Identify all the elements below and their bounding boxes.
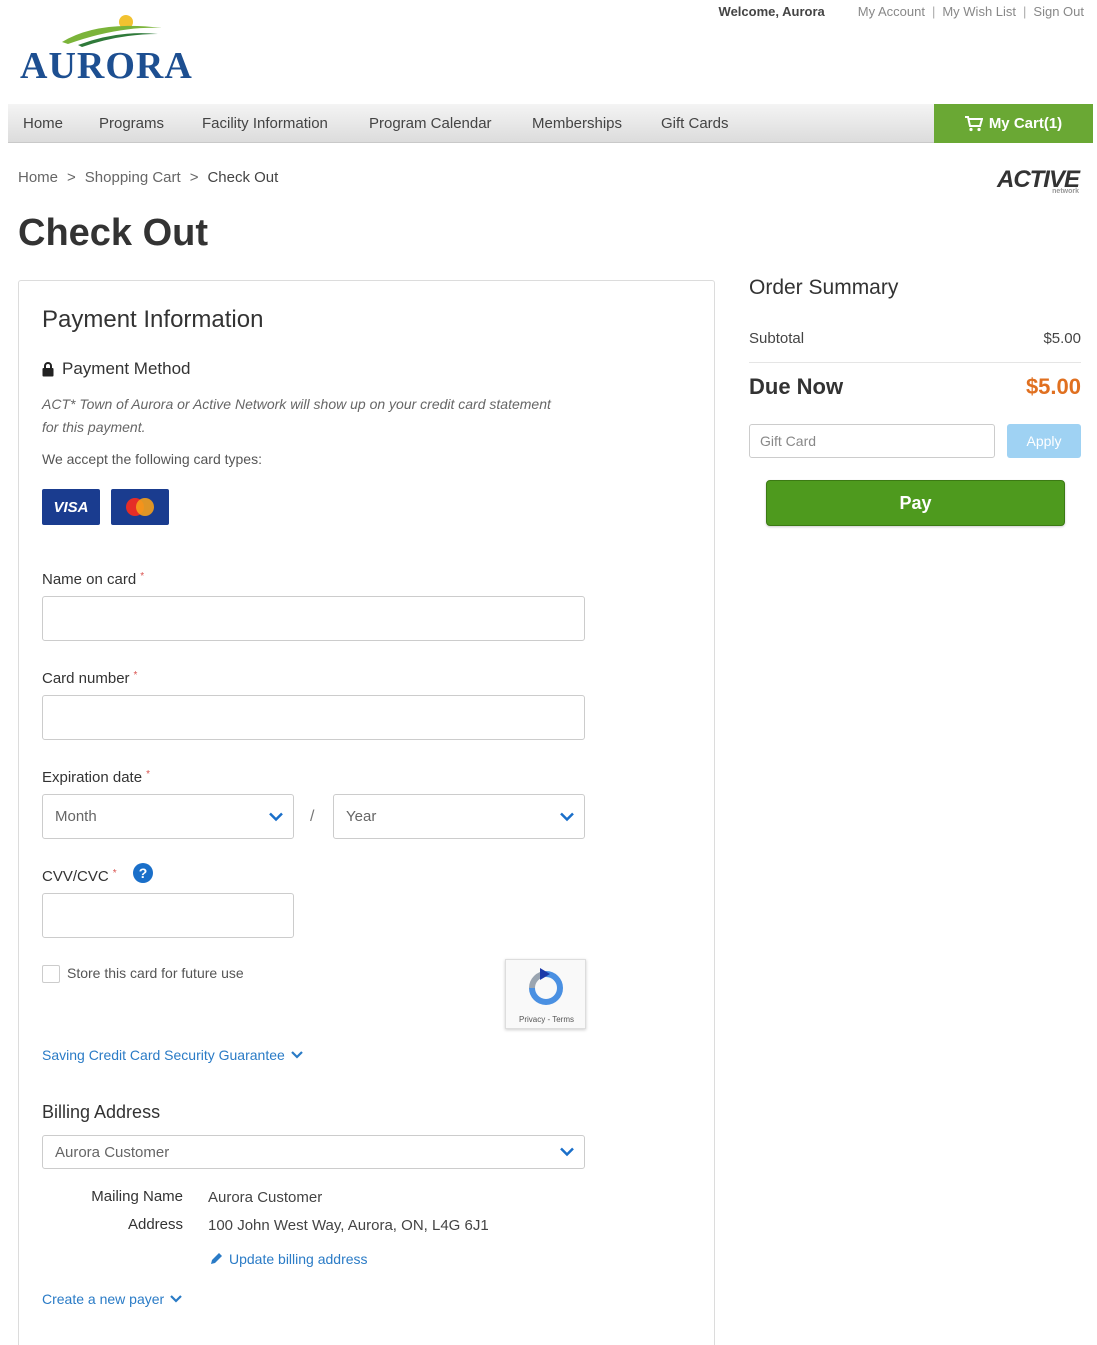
mastercard-logo-icon <box>126 498 154 516</box>
active-logo-sub: network <box>1052 188 1079 195</box>
breadcrumb-shopping-cart[interactable]: Shopping Cart <box>85 169 181 186</box>
subtotal-row: Subtotal $5.00 <box>749 330 1081 347</box>
cart-label: My Cart(1) <box>988 115 1063 132</box>
gift-card-input[interactable]: Gift Card <box>749 424 995 458</box>
month-select-value: Month <box>55 808 97 825</box>
billing-payer-select[interactable]: Aurora Customer <box>42 1135 585 1169</box>
breadcrumb-home[interactable]: Home <box>18 169 58 186</box>
create-new-payer-text: Create a new payer <box>42 1291 165 1307</box>
card-number-input[interactable] <box>42 695 585 740</box>
payment-method: Payment Method <box>42 359 191 379</box>
payment-method-label: Payment Method <box>62 359 191 378</box>
gift-card-placeholder: Gift Card <box>760 433 817 449</box>
month-select[interactable]: Month <box>42 794 294 839</box>
cvv-label: CVV/CVC * <box>42 868 117 885</box>
chevron-down-icon <box>170 1295 182 1303</box>
payment-heading: Payment Information <box>42 306 264 333</box>
nav-memberships[interactable]: Memberships <box>532 115 622 132</box>
cvv-input[interactable] <box>42 893 294 938</box>
accepted-cards-label: We accept the following card types: <box>42 451 262 467</box>
due-now-label: Due Now <box>749 374 844 399</box>
expiration-date-label: Expiration date * <box>42 769 150 786</box>
mastercard-icon <box>111 489 169 525</box>
active-network-logo: ACTIVE network <box>997 166 1080 195</box>
payment-panel: Payment Information Payment Method ACT* … <box>18 280 715 1345</box>
chevron-down-icon <box>560 812 574 821</box>
main-nav: Home Programs Facility Information Progr… <box>8 104 1093 143</box>
welcome-text: Welcome, Aurora <box>718 4 825 19</box>
chevron-down-icon <box>560 1147 574 1157</box>
due-now-value: $5.00 <box>1025 374 1081 399</box>
create-new-payer-link[interactable]: Create a new payer <box>42 1291 182 1307</box>
nav-programs[interactable]: Programs <box>99 115 164 132</box>
cvv-label-text: CVV/CVC <box>42 868 109 885</box>
required-mark: * <box>112 868 117 879</box>
nav-program-calendar[interactable]: Program Calendar <box>369 115 492 132</box>
wish-list-link[interactable]: My Wish List <box>935 4 1023 19</box>
subtotal-value: $5.00 <box>1043 330 1081 347</box>
order-summary-heading: Order Summary <box>749 276 899 299</box>
cart-icon <box>964 115 983 131</box>
required-mark: * <box>146 769 150 780</box>
card-number-label-text: Card number <box>42 670 130 687</box>
billing-heading: Billing Address <box>42 1102 161 1122</box>
name-on-card-input[interactable] <box>42 596 585 641</box>
name-on-card-label: Name on card * <box>42 571 144 588</box>
sign-out-link[interactable]: Sign Out <box>1026 4 1091 19</box>
recaptcha-badge[interactable]: Privacy - Terms <box>505 959 586 1029</box>
recaptcha-icon <box>529 968 563 1005</box>
card-number-label: Card number * <box>42 670 137 687</box>
nav-home[interactable]: Home <box>23 115 63 132</box>
expiry-separator: / <box>310 808 315 825</box>
mailing-name-label: Mailing Name <box>91 1188 183 1205</box>
required-mark: * <box>133 670 138 681</box>
logo-text: AURORA <box>20 45 193 87</box>
subtotal-label: Subtotal <box>749 330 805 347</box>
billing-payer-value: Aurora Customer <box>55 1143 170 1161</box>
required-mark: * <box>140 571 145 582</box>
account-links: Welcome, Aurora My Account | My Wish Lis… <box>719 4 1091 19</box>
update-billing-address-text: Update billing address <box>229 1251 368 1267</box>
year-select[interactable]: Year <box>333 794 585 839</box>
my-cart-button[interactable]: My Cart(1) <box>934 104 1093 143</box>
apply-button[interactable]: Apply <box>1007 424 1081 458</box>
store-card-checkbox[interactable] <box>42 965 60 983</box>
security-guarantee-text: Saving Credit Card Security Guarantee <box>42 1047 285 1063</box>
nav-gift-cards[interactable]: Gift Cards <box>661 115 729 132</box>
chevron-down-icon <box>269 812 283 821</box>
breadcrumb-separator: > <box>67 169 76 186</box>
name-on-card-label-text: Name on card <box>42 571 137 588</box>
logo-swoosh-icon <box>62 15 162 47</box>
mailing-name-value: Aurora Customer <box>208 1189 323 1206</box>
recaptcha-terms[interactable]: Privacy - Terms <box>506 1015 587 1024</box>
my-account-link[interactable]: My Account <box>851 4 932 19</box>
header: AURORA Welcome, Aurora My Account | My W… <box>0 0 1097 104</box>
store-card-label: Store this card for future use <box>67 965 244 981</box>
due-now-row: Due Now $5.00 <box>749 374 1081 400</box>
visa-text: VISA <box>53 498 89 516</box>
lock-icon <box>42 361 54 376</box>
security-guarantee-link[interactable]: Saving Credit Card Security Guarantee <box>42 1047 303 1063</box>
address-label: Address <box>127 1216 183 1233</box>
update-billing-address-link[interactable]: Update billing address <box>209 1251 368 1267</box>
aurora-logo[interactable]: AURORA <box>18 10 208 87</box>
breadcrumb: Home > Shopping Cart > Check Out <box>18 169 278 186</box>
page-title: Check Out <box>18 212 209 254</box>
summary-divider <box>749 362 1081 363</box>
statement-note: ACT* Town of Aurora or Active Network wi… <box>42 396 551 435</box>
nav-facility-information[interactable]: Facility Information <box>202 115 328 132</box>
breadcrumb-separator: > <box>189 169 199 186</box>
pencil-icon <box>211 1253 222 1264</box>
cvv-help-icon[interactable]: ? <box>133 863 153 883</box>
year-select-value: Year <box>346 808 377 825</box>
pay-button[interactable]: Pay <box>766 480 1065 526</box>
expiration-date-label-text: Expiration date <box>42 769 143 786</box>
breadcrumb-check-out: Check Out <box>207 169 279 186</box>
chevron-down-icon <box>291 1051 303 1059</box>
visa-card-icon: VISA <box>42 489 100 525</box>
address-value: 100 John West Way, Aurora, ON, L4G 6J1 <box>208 1217 489 1234</box>
